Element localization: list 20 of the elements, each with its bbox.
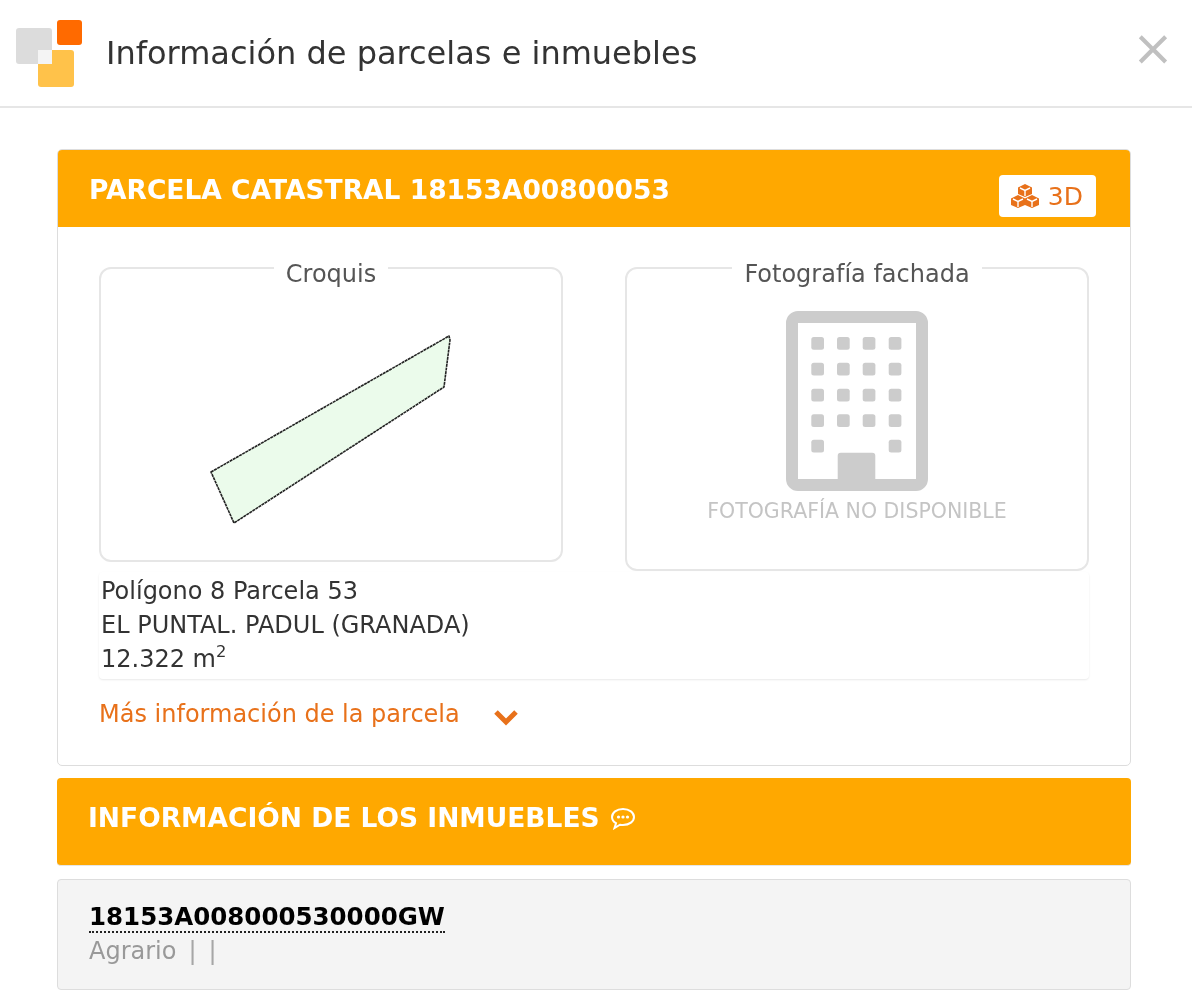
parcel-title: PARCELA CATASTRAL 18153A00800053 [89, 176, 670, 204]
close-button[interactable]: × [1132, 27, 1174, 68]
building-icon [786, 311, 928, 491]
window-title: Información de parcelas e inmuebles [106, 34, 699, 72]
photo-unavailable-text: FOTOGRAFÍA NO DISPONIBLE [707, 499, 1007, 523]
cubes-icon [1009, 184, 1040, 208]
more-info-link[interactable]: Más información de la parcela [99, 697, 519, 731]
property-use-text: Agrario [89, 937, 177, 965]
panel-legend: Fotografía fachada [732, 248, 982, 288]
separator-text: | [188, 937, 197, 965]
property-reference-link[interactable]: 18153A008000530000GW [89, 903, 445, 933]
panel-legend: Croquis [273, 248, 389, 288]
properties-title: INFORMACIÓN DE LOS INMUEBLES [88, 804, 600, 832]
detail-text: EL PUNTAL. PADUL (GRANADA) [101, 610, 471, 641]
app-logo-icon [16, 19, 82, 87]
speech-bubble-icon [609, 806, 636, 830]
detail-text: Polígono 8 Parcela 53 [101, 576, 359, 607]
separator-text: | [208, 937, 217, 965]
view-3d-button[interactable]: 3D [998, 175, 1096, 217]
detail-text: 12.322 m$^{2}$ [101, 642, 228, 675]
